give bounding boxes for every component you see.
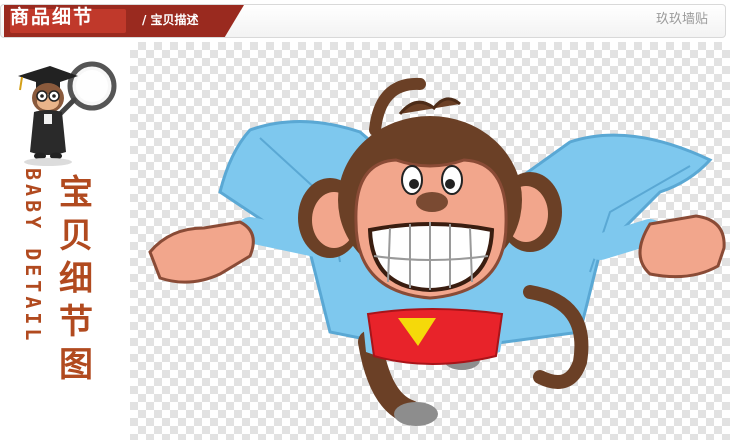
section-title: 商品细节 [10,6,95,28]
side-title-char: 图 [59,345,93,385]
side-title-char: 细 [59,259,93,299]
side-title-char: 贝 [59,216,93,256]
side-title-char: 宝 [59,173,93,213]
mascot-scholar-icon [18,61,117,166]
side-title-english: BABY DETAIL [21,168,45,345]
side-panel: BABY DETAIL 宝 贝 细 节 图 [0,42,130,440]
superhero-monkey-illustration [148,77,726,426]
brand-name: 玖玖墙贴 [655,12,708,27]
product-image [130,42,730,440]
header: 商品细节 / 宝贝描述 玖玖墙贴 [0,0,730,42]
side-title-char: 节 [59,302,93,342]
side-title-chinese: 宝 贝 细 节 图 [56,172,96,387]
section-subtitle: / 宝贝描述 [142,13,199,27]
